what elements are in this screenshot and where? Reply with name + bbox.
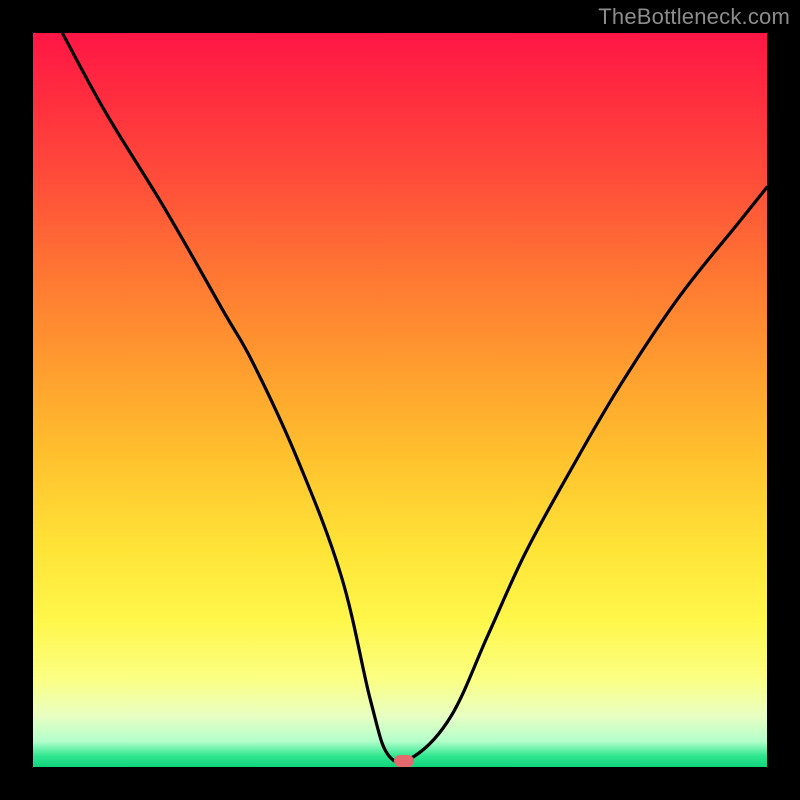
optimal-marker [394,755,414,767]
chart-frame: TheBottleneck.com [0,0,800,800]
watermark-text: TheBottleneck.com [598,4,790,30]
bottleneck-curve [33,33,767,767]
plot-area [33,33,767,767]
